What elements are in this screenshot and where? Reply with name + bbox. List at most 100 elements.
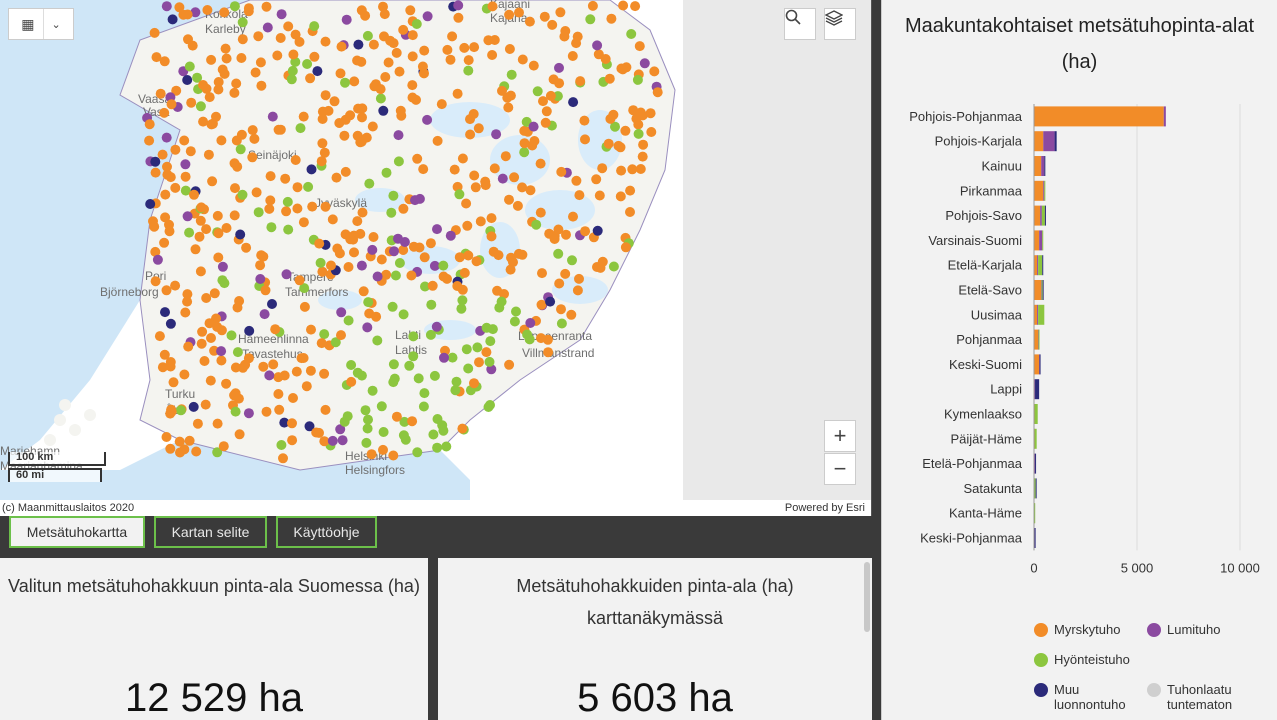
damage-point[interactable] bbox=[450, 385, 461, 396]
damage-point[interactable] bbox=[404, 360, 415, 371]
damage-point[interactable] bbox=[217, 261, 228, 272]
damage-point[interactable] bbox=[532, 86, 543, 97]
damage-point[interactable] bbox=[442, 273, 452, 284]
damage-point[interactable] bbox=[514, 7, 524, 18]
damage-point[interactable] bbox=[255, 274, 266, 284]
damage-point[interactable] bbox=[367, 244, 378, 255]
damage-point[interactable] bbox=[360, 10, 371, 21]
damage-point[interactable] bbox=[236, 129, 247, 140]
bar-segment[interactable] bbox=[1034, 230, 1040, 251]
damage-point[interactable] bbox=[492, 285, 503, 296]
damage-point[interactable] bbox=[212, 321, 223, 332]
damage-point[interactable] bbox=[445, 54, 456, 65]
damage-point[interactable] bbox=[232, 347, 243, 358]
damage-point[interactable] bbox=[608, 261, 619, 272]
damage-point[interactable] bbox=[339, 130, 350, 141]
damage-point[interactable] bbox=[232, 161, 243, 172]
damage-point[interactable] bbox=[396, 110, 407, 121]
damage-point[interactable] bbox=[386, 207, 397, 218]
damage-point[interactable] bbox=[441, 441, 452, 452]
damage-point[interactable] bbox=[469, 378, 479, 389]
tab-kayttoohje[interactable]: Käyttöohje bbox=[276, 516, 377, 548]
bar-segment[interactable] bbox=[1037, 304, 1039, 325]
damage-point[interactable] bbox=[361, 437, 372, 448]
bar-segment[interactable] bbox=[1034, 404, 1038, 424]
damage-point[interactable] bbox=[432, 442, 443, 453]
damage-point[interactable] bbox=[535, 207, 546, 218]
damage-point[interactable] bbox=[633, 119, 644, 130]
damage-point[interactable] bbox=[312, 66, 323, 77]
damage-point[interactable] bbox=[283, 21, 294, 32]
damage-point[interactable] bbox=[182, 75, 193, 85]
damage-point[interactable] bbox=[413, 373, 424, 384]
damage-point[interactable] bbox=[235, 229, 246, 240]
damage-point[interactable] bbox=[265, 195, 276, 206]
damage-point[interactable] bbox=[196, 202, 207, 213]
damage-point[interactable] bbox=[340, 229, 351, 240]
damage-point[interactable] bbox=[504, 194, 514, 205]
damage-point[interactable] bbox=[411, 94, 421, 105]
damage-point[interactable] bbox=[432, 224, 442, 235]
damage-point[interactable] bbox=[190, 244, 201, 255]
damage-point[interactable] bbox=[309, 21, 320, 32]
damage-point[interactable] bbox=[505, 264, 516, 275]
damage-point[interactable] bbox=[408, 351, 419, 362]
bar-segment[interactable] bbox=[1054, 131, 1057, 152]
damage-point[interactable] bbox=[417, 61, 428, 72]
damage-point[interactable] bbox=[633, 128, 644, 139]
damage-point[interactable] bbox=[442, 44, 453, 55]
damage-point[interactable] bbox=[356, 260, 367, 271]
damage-point[interactable] bbox=[425, 238, 436, 249]
damage-point[interactable] bbox=[159, 107, 170, 118]
damage-point[interactable] bbox=[480, 176, 491, 187]
damage-point[interactable] bbox=[393, 130, 404, 141]
damage-point[interactable] bbox=[307, 201, 318, 212]
damage-point[interactable] bbox=[353, 39, 364, 50]
damage-point[interactable] bbox=[206, 333, 216, 343]
bar-segment[interactable] bbox=[1042, 255, 1044, 276]
damage-point[interactable] bbox=[267, 111, 278, 122]
damage-point[interactable] bbox=[352, 55, 363, 66]
damage-point[interactable] bbox=[255, 260, 266, 271]
damage-point[interactable] bbox=[468, 109, 479, 119]
damage-point[interactable] bbox=[314, 238, 325, 249]
damage-point[interactable] bbox=[353, 103, 364, 114]
damage-point[interactable] bbox=[229, 87, 240, 98]
damage-point[interactable] bbox=[342, 411, 353, 422]
damage-point[interactable] bbox=[301, 381, 312, 392]
bar-segment[interactable] bbox=[1044, 156, 1046, 176]
damage-point[interactable] bbox=[524, 16, 535, 27]
damage-point[interactable] bbox=[366, 449, 377, 460]
damage-point[interactable] bbox=[220, 43, 231, 54]
damage-point[interactable] bbox=[144, 135, 155, 146]
damage-point[interactable] bbox=[189, 189, 199, 200]
damage-point[interactable] bbox=[275, 33, 286, 43]
damage-point[interactable] bbox=[234, 296, 245, 306]
legend-item[interactable]: Tuhonlaatu tuntematon bbox=[1147, 682, 1257, 712]
damage-point[interactable] bbox=[332, 243, 343, 254]
bar-segment[interactable] bbox=[1038, 329, 1040, 350]
damage-point[interactable] bbox=[317, 266, 328, 277]
damage-point[interactable] bbox=[281, 206, 292, 217]
damage-point[interactable] bbox=[161, 132, 172, 143]
damage-point[interactable] bbox=[398, 24, 409, 35]
damage-point[interactable] bbox=[625, 185, 636, 196]
damage-point[interactable] bbox=[367, 121, 378, 132]
damage-point[interactable] bbox=[517, 54, 528, 65]
damage-point[interactable] bbox=[144, 119, 155, 130]
damage-point[interactable] bbox=[273, 389, 284, 399]
damage-point[interactable] bbox=[630, 1, 641, 12]
damage-point[interactable] bbox=[265, 171, 276, 182]
damage-point[interactable] bbox=[378, 427, 389, 437]
damage-point[interactable] bbox=[383, 57, 394, 68]
damage-point[interactable] bbox=[372, 335, 383, 346]
damage-point[interactable] bbox=[229, 1, 240, 12]
damage-point[interactable] bbox=[597, 256, 608, 267]
bar-segment[interactable] bbox=[1034, 528, 1036, 548]
damage-point[interactable] bbox=[213, 252, 224, 263]
damage-point[interactable] bbox=[261, 1, 272, 12]
damage-point[interactable] bbox=[398, 430, 409, 441]
search-button[interactable] bbox=[784, 8, 816, 40]
damage-point[interactable] bbox=[418, 164, 429, 175]
damage-point[interactable] bbox=[484, 356, 495, 367]
